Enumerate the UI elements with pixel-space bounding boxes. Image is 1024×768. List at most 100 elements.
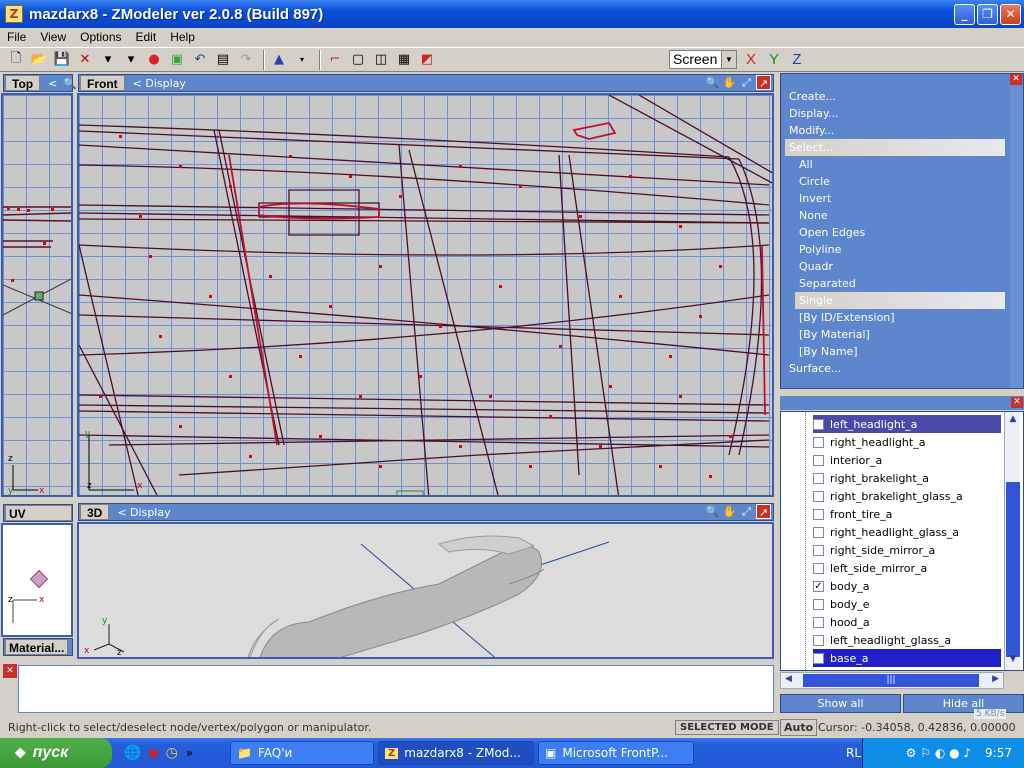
close-icon[interactable]: ✕ [3,664,17,678]
axis-z-button[interactable]: Z [787,50,807,70]
dropdown-icon[interactable]: ▾ [292,50,312,70]
select-by-name[interactable]: [By Name] [799,343,858,360]
3d-viewport[interactable]: y x z [77,522,774,659]
object-mode-icon[interactable]: ▦ [394,50,414,70]
clock-app-icon[interactable]: ◷ [166,745,178,761]
visibility-checkbox[interactable] [813,634,824,646]
select-separated[interactable]: Separated [799,275,856,292]
new-file-icon[interactable]: 🗋 [6,50,26,70]
task-zmodeler[interactable]: Zmazdarx8 - ZMod... [378,741,534,765]
open-folder-icon[interactable]: 📂 [29,50,49,70]
object-list-vscroll[interactable]: ▲ ▼ [1004,412,1020,670]
object-list-item[interactable]: left_headlight_glass_a [813,631,1001,649]
notes-icon[interactable]: ▤ [213,50,233,70]
front-viewport-label[interactable]: Front [80,75,125,91]
3d-display-menu[interactable]: < Display [117,506,170,519]
maximize-viewport-icon[interactable]: ⤢ [739,75,754,90]
select-invert[interactable]: Invert [799,190,831,207]
start-button[interactable]: ❖ пуск [0,738,112,768]
select-circle[interactable]: Circle [799,173,830,190]
visibility-checkbox[interactable] [813,598,824,610]
visibility-checkbox[interactable] [813,508,824,520]
pan-hand-icon[interactable]: ✋ [722,504,737,519]
visibility-checkbox[interactable] [813,418,824,430]
hscroll-thumb[interactable]: ||| [803,674,979,687]
menu-create[interactable]: Create... [789,88,836,105]
maximize-button[interactable]: ❐ [977,4,998,25]
menu-file[interactable]: File [0,30,33,44]
scroll-right-icon[interactable]: ▶ [992,674,999,684]
top-viewport-arrow[interactable]: < [48,77,57,90]
select-all[interactable]: All [799,156,813,173]
object-list-item[interactable]: base_a [813,649,1001,667]
scroll-left-icon[interactable]: ◀ [785,674,792,684]
menu-view[interactable]: View [33,30,73,44]
visibility-checkbox[interactable] [813,616,824,628]
top-viewport-label[interactable]: Top [5,75,41,91]
menu-select[interactable]: Select... [785,139,1005,156]
visibility-checkbox[interactable] [813,562,824,574]
minimize-button[interactable]: _ [954,4,975,25]
object-list-item[interactable]: right_headlight_a [813,433,1001,451]
object-list-item[interactable]: right_brakelight_glass_a [813,487,1001,505]
selected-mode-indicator[interactable]: SELECTED MODE [675,720,779,735]
object-list-item[interactable]: left_headlight_a [813,415,1001,433]
3d-viewport-label[interactable]: 3D [80,504,110,520]
visibility-checkbox[interactable] [813,436,824,448]
menu-display[interactable]: Display... [789,105,838,122]
task-frontpage[interactable]: ▣ Microsoft FrontP... [538,741,694,765]
axis-x-button[interactable]: X [741,50,761,70]
select-polyline[interactable]: Polyline [799,241,841,258]
redo-icon[interactable]: ↷ [236,50,256,70]
command-log-box[interactable] [18,665,774,713]
scroll-up-icon[interactable]: ▲ [1006,414,1020,428]
zoom-icon[interactable]: 🔍 [705,75,720,90]
front-display-menu[interactable]: < Display [133,77,186,90]
menu-surface[interactable]: Surface... [789,360,841,377]
uv-mapper-label[interactable]: UV Mapper [5,505,72,537]
zoom-icon[interactable]: 🔍 [705,504,720,519]
scroll-down-icon[interactable]: ▼ [1006,654,1020,668]
import-icon[interactable]: ▾ [98,50,118,70]
undo-icon[interactable]: ↶ [190,50,210,70]
select-by-material[interactable]: [By Material] [799,326,870,343]
object-list-item[interactable]: hood_a [813,613,1001,631]
top-viewport[interactable]: z y x [1,93,73,497]
visibility-checkbox[interactable] [813,454,824,466]
object-list-item[interactable]: left_side_mirror_a [813,559,1001,577]
menu-modify[interactable]: Modify... [789,122,834,139]
object-list-item[interactable]: ✓ body_a [813,577,1001,595]
delete-icon[interactable]: ✕ [75,50,95,70]
object-list-item[interactable]: right_side_mirror_a [813,541,1001,559]
close-icon[interactable]: ✕ [1010,74,1022,85]
show-all-button[interactable]: Show all [780,694,901,713]
zmodeler-app-icon[interactable]: Z [5,5,23,23]
visibility-checkbox[interactable] [813,652,824,664]
front-viewport[interactable]: y z x [77,93,774,497]
export-icon[interactable]: ▾ [121,50,141,70]
material-label[interactable]: Material... [5,639,69,655]
menu-options[interactable]: Options [73,30,128,44]
pan-hand-icon[interactable]: ✋ [722,75,737,90]
visibility-checkbox[interactable] [813,490,824,502]
select-open-edges[interactable]: Open Edges [799,224,865,241]
language-indicator[interactable]: RL [846,746,861,760]
visibility-checkbox[interactable] [813,544,824,556]
texture-icon[interactable]: ▣ [167,50,187,70]
edge-mode-icon[interactable]: ▢ [348,50,368,70]
opera-icon[interactable]: ◉ [147,745,159,761]
visibility-checkbox[interactable] [813,526,824,538]
scroll-thumb[interactable] [1006,482,1020,657]
vertex-mode-icon[interactable]: ⌐ [325,50,345,70]
auto-toggle[interactable]: Auto [780,719,818,736]
object-list-item[interactable]: front_tire_a [813,505,1001,523]
object-list-hscroll[interactable]: ◀ ||| ▶ [780,672,1004,689]
select-arrow-icon[interactable]: ▲ [269,50,289,70]
save-icon[interactable]: 💾 [52,50,72,70]
globe-icon[interactable]: 🌐 [124,745,141,761]
tray-icons[interactable]: ⚙ ⚐ ◐ ● ♪ [906,746,971,760]
screen-select[interactable]: Screen ▼ [669,50,737,69]
quicklaunch-expand-icon[interactable]: » [186,746,193,760]
select-quadr[interactable]: Quadr [799,258,833,275]
command-panel-scrollbar[interactable] [1010,84,1023,388]
